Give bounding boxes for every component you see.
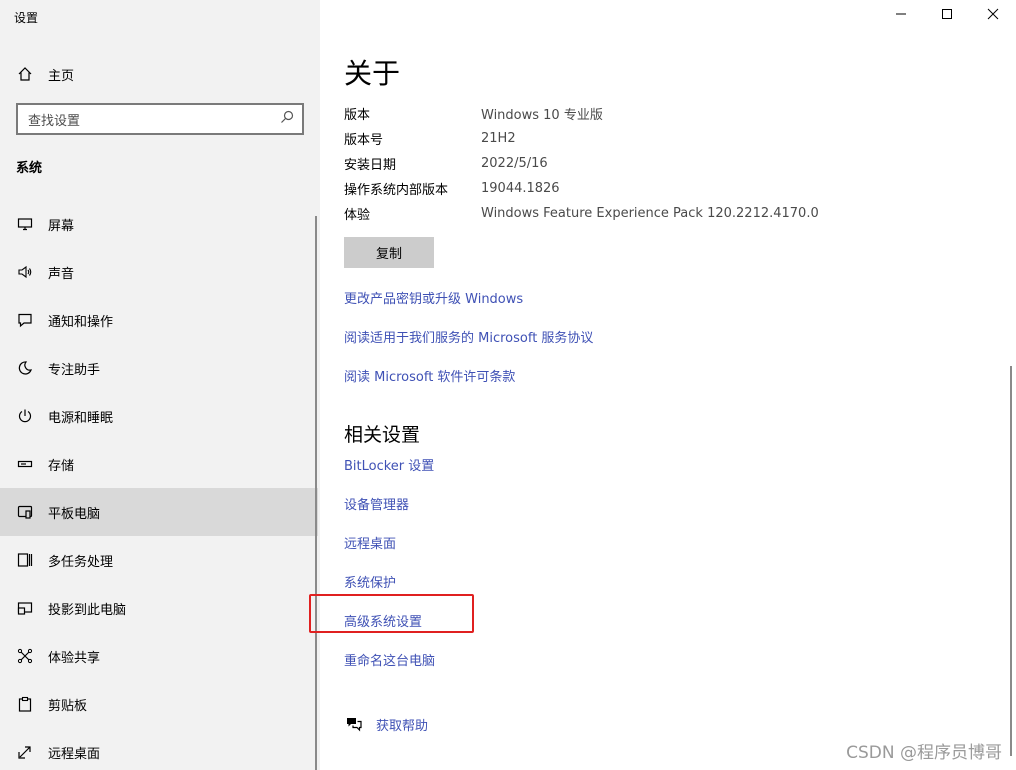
tablet-icon <box>16 503 34 521</box>
window-controls <box>878 0 1016 32</box>
get-help-label: 获取帮助 <box>376 718 429 734</box>
spec-row: 操作系统内部版本 19044.1826 <box>344 176 964 201</box>
sidebar-item-multitasking[interactable]: 多任务处理 <box>0 536 318 584</box>
highlight-annotation <box>309 594 474 633</box>
sidebar-item-label: 投影到此电脑 <box>48 602 127 618</box>
sidebar-item-remote-desktop[interactable]: 远程桌面 <box>0 728 318 770</box>
system-protection-link[interactable]: 系统保护 <box>344 572 396 591</box>
spec-value: Windows Feature Experience Pack 120.2212… <box>481 206 819 221</box>
search-icon[interactable] <box>280 110 294 128</box>
sidebar-item-label: 专注助手 <box>48 362 101 378</box>
storage-icon <box>16 455 34 473</box>
sidebar-item-label: 剪贴板 <box>48 698 88 714</box>
get-help-link[interactable]: 获取帮助 <box>344 714 428 734</box>
sidebar-item-focus-assist[interactable]: 专注助手 <box>0 344 318 392</box>
license-terms-link[interactable]: 阅读 Microsoft 软件许可条款 <box>344 366 515 385</box>
maximize-icon <box>941 8 953 24</box>
sidebar-item-notifications[interactable]: 通知和操作 <box>0 296 318 344</box>
sidebar-item-label: 主页 <box>48 68 75 84</box>
copy-button[interactable]: 复制 <box>344 237 434 268</box>
sidebar-item-label: 远程桌面 <box>48 746 101 762</box>
service-agreement-link[interactable]: 阅读适用于我们服务的 Microsoft 服务协议 <box>344 327 593 346</box>
help-chat-icon <box>344 714 364 734</box>
home-icon <box>16 65 34 83</box>
sidebar-item-display[interactable]: 屏幕 <box>0 200 318 248</box>
minimize-button[interactable] <box>878 0 924 32</box>
app-title: 设置 <box>14 11 39 25</box>
spec-key: 版本号 <box>344 133 384 148</box>
watermark: CSDN @程序员博哥 <box>846 743 1002 763</box>
spec-table: 版本 Windows 10 专业版 版本号 21H2 安装日期 2022/5/1… <box>344 101 964 226</box>
sidebar-item-label: 通知和操作 <box>48 314 114 330</box>
notification-icon <box>16 311 34 329</box>
spec-row: 安装日期 2022/5/16 <box>344 151 964 176</box>
multitask-icon <box>16 551 34 569</box>
spec-key: 版本 <box>344 108 371 123</box>
search-box[interactable]: 查找设置 <box>16 103 304 135</box>
change-product-key-link[interactable]: 更改产品密钥或升级 Windows <box>344 288 523 307</box>
spec-row: 体验 Windows Feature Experience Pack 120.2… <box>344 201 964 226</box>
spec-value: 19044.1826 <box>481 181 560 196</box>
sidebar-item-project[interactable]: 投影到此电脑 <box>0 584 318 632</box>
bitlocker-settings-link[interactable]: BitLocker 设置 <box>344 455 434 474</box>
device-manager-link[interactable]: 设备管理器 <box>344 494 409 513</box>
minimize-icon <box>895 8 907 24</box>
sidebar-nav: 屏幕 声音 通知和操作 专注助手 电源和睡眠 存储 平板电脑 多任务处理 投影到… <box>0 200 320 770</box>
sidebar: 设置 主页 查找设置 系统 屏幕 声音 通知和操作 专注助手 电源和睡眠 存储 … <box>0 0 320 770</box>
close-button[interactable] <box>970 0 1016 32</box>
spec-row: 版本号 21H2 <box>344 126 964 151</box>
power-icon <box>16 407 34 425</box>
sidebar-item-shared-experiences[interactable]: 体验共享 <box>0 632 318 680</box>
moon-icon <box>16 359 34 377</box>
project-icon <box>16 599 34 617</box>
monitor-icon <box>16 215 34 233</box>
sidebar-item-label: 平板电脑 <box>48 506 101 522</box>
sidebar-item-home[interactable]: 主页 <box>0 56 320 92</box>
speaker-icon <box>16 263 34 281</box>
share-icon <box>16 647 34 665</box>
spec-row: 版本 Windows 10 专业版 <box>344 101 964 126</box>
main-scrollbar[interactable] <box>1010 366 1012 756</box>
sidebar-item-label: 体验共享 <box>48 650 101 666</box>
remote-desktop-link[interactable]: 远程桌面 <box>344 533 396 552</box>
search-input[interactable]: 查找设置 <box>28 110 280 129</box>
remote-icon <box>16 743 34 761</box>
spec-value: Windows 10 专业版 <box>481 108 603 123</box>
spec-key: 操作系统内部版本 <box>344 183 449 198</box>
page-title: 关于 <box>344 57 401 90</box>
spec-key: 体验 <box>344 208 371 223</box>
spec-key: 安装日期 <box>344 158 397 173</box>
sidebar-item-tablet[interactable]: 平板电脑 <box>0 488 318 536</box>
sidebar-item-label: 多任务处理 <box>48 554 114 570</box>
sidebar-item-power[interactable]: 电源和睡眠 <box>0 392 318 440</box>
spec-value: 2022/5/16 <box>481 156 548 171</box>
rename-pc-link[interactable]: 重命名这台电脑 <box>344 650 435 669</box>
section-label: 系统 <box>16 161 43 176</box>
sidebar-item-label: 电源和睡眠 <box>48 410 114 426</box>
sidebar-item-sound[interactable]: 声音 <box>0 248 318 296</box>
spec-value: 21H2 <box>481 131 516 146</box>
sidebar-item-label: 存储 <box>48 458 75 474</box>
sidebar-item-label: 屏幕 <box>48 218 75 234</box>
sidebar-item-label: 声音 <box>48 266 75 282</box>
sidebar-item-storage[interactable]: 存储 <box>0 440 318 488</box>
related-settings-title: 相关设置 <box>344 424 421 446</box>
maximize-button[interactable] <box>924 0 970 32</box>
sidebar-item-clipboard[interactable]: 剪贴板 <box>0 680 318 728</box>
sidebar-scrollbar[interactable] <box>315 216 317 770</box>
close-icon <box>987 8 999 24</box>
clipboard-icon <box>16 695 34 713</box>
